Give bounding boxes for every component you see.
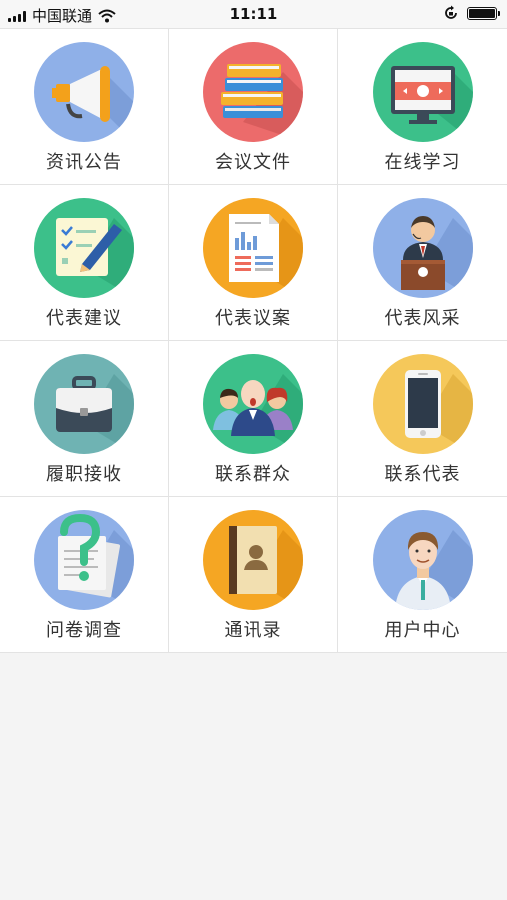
menu-item-online-learning[interactable]: 在线学习 [338, 29, 507, 185]
menu-item-label: 履职接收 [46, 464, 122, 485]
menu-item-contact-public[interactable]: 联系群众 [169, 341, 338, 497]
battery-icon [467, 6, 500, 20]
speaker-podium-icon [372, 198, 473, 298]
menu-item-user-center[interactable]: 用户中心 [338, 497, 507, 653]
menu-item-duty-receive[interactable]: 履职接收 [0, 341, 169, 497]
status-bar: 中国联通 11:11 [0, 0, 507, 28]
menu-item-label: 联系代表 [384, 464, 461, 485]
status-right [443, 5, 500, 21]
menu-item-label: 用户中心 [384, 620, 461, 641]
menu-item-label: 在线学习 [384, 152, 461, 173]
report-document-icon [203, 198, 303, 298]
menu-item-label: 代表建议 [46, 308, 122, 329]
menu-item-meeting-files[interactable]: 会议文件 [169, 29, 338, 185]
menu-item-deputy-profiles[interactable]: 代表风采 [338, 185, 507, 341]
status-time: 11:11 [229, 5, 278, 23]
megaphone-icon [34, 42, 134, 142]
menu-item-label: 资讯公告 [46, 152, 122, 173]
menu-item-label: 通讯录 [224, 620, 282, 641]
questionnaire-icon [34, 510, 134, 610]
checklist-pencil-icon [34, 198, 134, 298]
menu-item-proposals[interactable]: 代表议案 [169, 185, 338, 341]
menu-grid: 资讯公告 会议文件 在线学习 代表建议 代表议案 代表风采 履职接收 联系群众 … [0, 28, 507, 653]
rotation-lock-icon [445, 5, 457, 19]
briefcase-icon [34, 354, 134, 454]
books-icon [203, 42, 303, 142]
menu-item-contacts[interactable]: 通讯录 [169, 497, 338, 653]
menu-item-news[interactable]: 资讯公告 [0, 29, 169, 185]
menu-item-contact-deputy[interactable]: 联系代表 [338, 341, 507, 497]
address-book-icon [203, 510, 303, 610]
menu-item-label: 会议文件 [215, 152, 291, 173]
menu-item-label: 代表风采 [384, 308, 461, 329]
user-avatar-icon [372, 510, 473, 610]
menu-item-label: 问卷调查 [46, 620, 122, 641]
people-group-icon [203, 354, 303, 454]
smartphone-icon [372, 354, 473, 454]
menu-item-label: 代表议案 [215, 308, 291, 329]
menu-item-label: 联系群众 [215, 464, 291, 485]
menu-item-survey[interactable]: 问卷调查 [0, 497, 169, 653]
monitor-icon [372, 42, 473, 142]
menu-item-suggestions[interactable]: 代表建议 [0, 185, 169, 341]
